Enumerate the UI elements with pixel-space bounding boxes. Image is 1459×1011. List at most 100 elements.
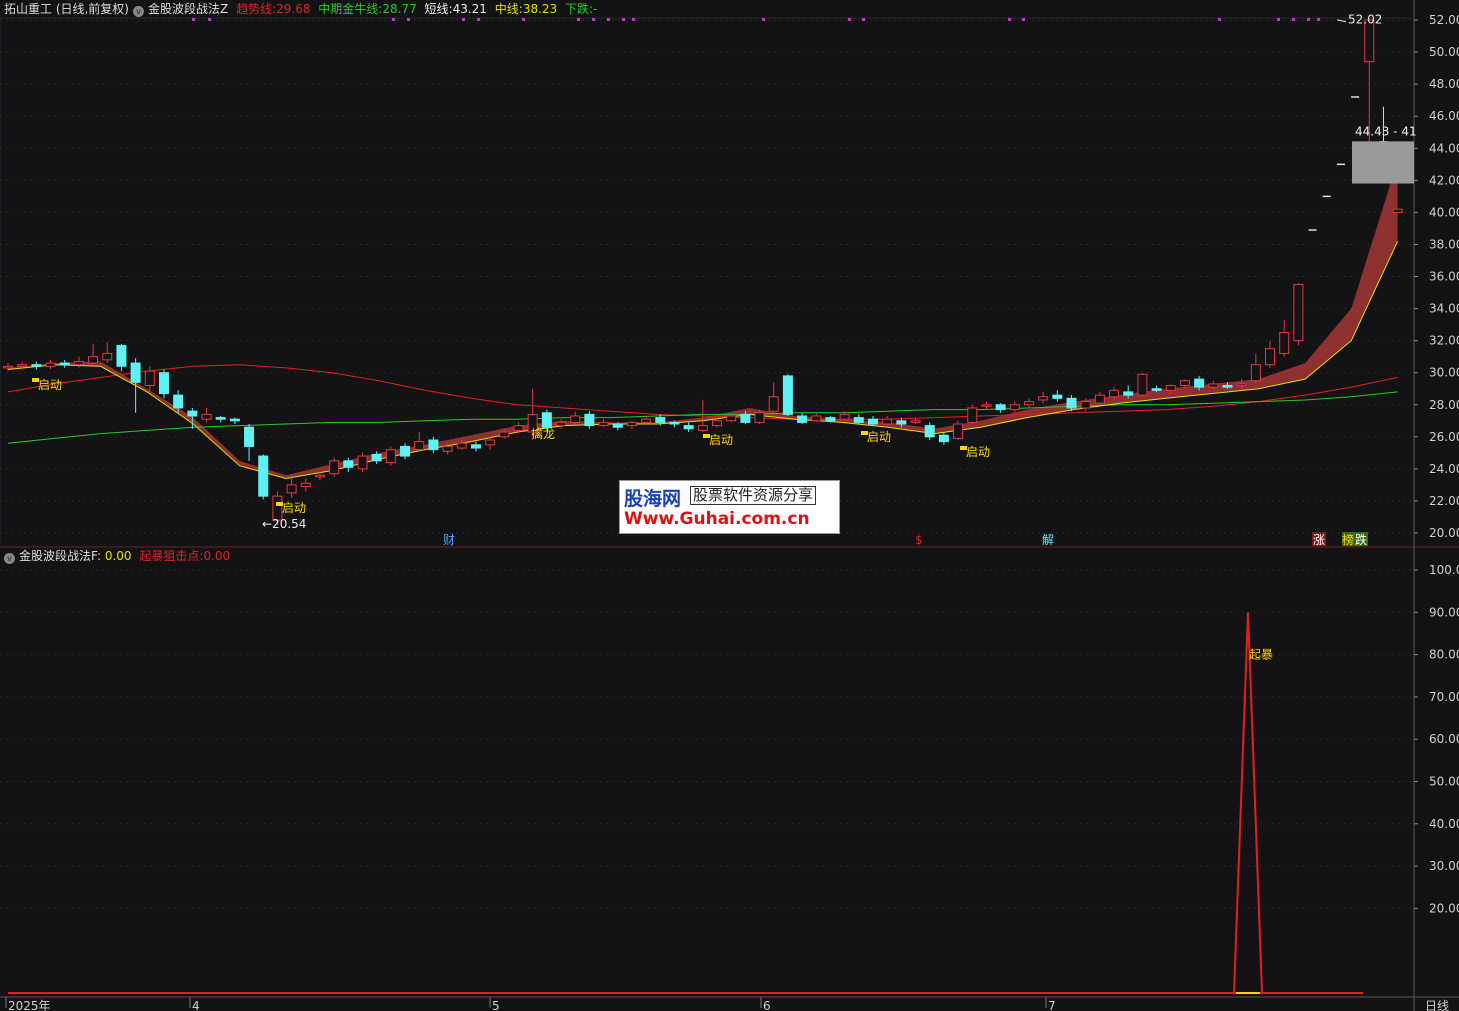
- candle-body: [1123, 391, 1134, 396]
- mid-line-label: 中线:: [494, 2, 523, 16]
- signal-dot: [208, 18, 211, 21]
- fall-label: 下跌:: [565, 2, 594, 16]
- event-label: 跌: [1355, 532, 1367, 547]
- candle-body: [1080, 401, 1091, 409]
- candle-body: [59, 362, 70, 366]
- price-tick-label: 42.00: [1429, 173, 1459, 187]
- price-tick-label: 30.00: [1429, 366, 1459, 380]
- sub-tick-label: 80.00: [1429, 648, 1459, 662]
- trend-line-label: 趋势线:: [236, 2, 277, 16]
- candle-body: [45, 362, 56, 367]
- signal-dot: [1292, 18, 1295, 21]
- candle-body: [910, 420, 921, 423]
- signal-dot: [192, 18, 195, 21]
- signal-dot: [762, 18, 765, 21]
- candle-body: [470, 444, 481, 449]
- watermark: 股海网 股票软件资源分享 Www.Guhai.com.cn: [619, 480, 840, 534]
- candle-body: [1038, 396, 1049, 401]
- candle-body: [244, 426, 255, 447]
- fall-value: -: [593, 2, 598, 16]
- indicator-name[interactable]: 金股波段战法Z: [148, 2, 228, 16]
- candle-body: [499, 431, 510, 438]
- trend-ok-label: 擒龙: [531, 426, 555, 441]
- sub-chart-header: v 金股波段战法F: 0.00 起暴狙击点:0.00: [4, 547, 234, 565]
- time-tick-label: 5: [492, 999, 500, 1011]
- price-tick-label: 28.00: [1429, 398, 1459, 412]
- candle-body: [712, 420, 722, 427]
- candle-body: [258, 455, 269, 497]
- candle-body: [371, 453, 382, 462]
- start-label: 启动: [709, 433, 733, 447]
- chevron-down-icon[interactable]: v: [133, 6, 144, 17]
- sub-indicator-name[interactable]: 金股波段战法F: [19, 549, 97, 563]
- sub-tick-label: 90.00: [1429, 605, 1459, 619]
- candle-body: [1137, 373, 1148, 396]
- price-tick-label: 50.00: [1429, 45, 1459, 59]
- price-tick-label: 22.00: [1429, 494, 1459, 508]
- signal-dot: [1307, 18, 1310, 21]
- candle-body: [811, 415, 822, 422]
- short-line-label: 短线:: [424, 2, 453, 16]
- period-label: 日线: [1425, 999, 1449, 1011]
- candle-body: [329, 460, 340, 475]
- candle-body: [867, 418, 878, 425]
- event-label: 涨: [1313, 532, 1325, 547]
- candle-body: [1236, 383, 1247, 387]
- candle-body: [768, 396, 779, 412]
- candle-body: [726, 415, 737, 422]
- price-tick-label: 46.00: [1429, 109, 1459, 123]
- signal-dot: [862, 18, 865, 21]
- time-tick-label: 4: [192, 999, 200, 1011]
- price-tick-label: 26.00: [1429, 430, 1459, 444]
- signal-dot: [462, 18, 465, 21]
- main-chart-header: 拓山重工 (日线,前复权) v 金股波段战法Z 趋势线:29.68 中期金牛线:28…: [4, 0, 601, 18]
- signal-dot: [1317, 18, 1320, 21]
- candle-body: [414, 441, 425, 451]
- candle-body: [130, 362, 141, 383]
- candle-body: [655, 417, 666, 423]
- candle-body: [513, 425, 524, 431]
- candle-body: [1009, 404, 1020, 411]
- candle-body: [116, 344, 127, 367]
- signal-dot: [1008, 18, 1011, 21]
- start-label: 启动: [966, 445, 990, 459]
- chevron-down-icon[interactable]: v: [4, 553, 15, 564]
- candle-body: [3, 365, 13, 369]
- signal-dot: [577, 18, 580, 21]
- signal-dot: [392, 18, 395, 21]
- candle-body: [1250, 364, 1261, 382]
- stock-title[interactable]: 拓山重工 (日线,前复权): [4, 2, 129, 16]
- signal-dot: [1218, 18, 1221, 21]
- candle-body: [853, 417, 864, 423]
- surge-spike: [1233, 612, 1263, 994]
- time-tick-label: 7: [1048, 999, 1056, 1011]
- watermark-url: Www.Guhai.com.cn: [624, 509, 810, 529]
- signal-dot: [622, 18, 625, 21]
- price-tick-label: 36.00: [1429, 270, 1459, 284]
- candle-body: [1109, 389, 1120, 398]
- candle-body: [1279, 332, 1290, 354]
- candle-body: [981, 404, 992, 407]
- event-label: 榜: [1342, 532, 1354, 547]
- candle-body: [1052, 394, 1063, 399]
- candle-body: [797, 415, 808, 423]
- candle-body: [1222, 385, 1233, 388]
- sub-tick-label: 50.00: [1429, 775, 1459, 789]
- signal-dot: [592, 18, 595, 21]
- candle-body: [215, 417, 226, 420]
- candle-body: [896, 420, 907, 425]
- signal-dot: [1022, 18, 1025, 21]
- candle-body: [995, 404, 1006, 411]
- candle-body: [144, 370, 155, 387]
- price-tick-label: 40.00: [1429, 205, 1459, 219]
- candle-body: [173, 394, 184, 409]
- candle-body: [541, 412, 552, 428]
- candle-body: [357, 455, 368, 470]
- price-tick-label: 32.00: [1429, 334, 1459, 348]
- candle-body: [1265, 348, 1276, 366]
- price-tick-label: 20.00: [1429, 526, 1459, 540]
- candle-body: [400, 445, 411, 457]
- signal-dot: [477, 18, 480, 21]
- event-label: 财: [443, 533, 455, 547]
- candle-body: [442, 445, 453, 452]
